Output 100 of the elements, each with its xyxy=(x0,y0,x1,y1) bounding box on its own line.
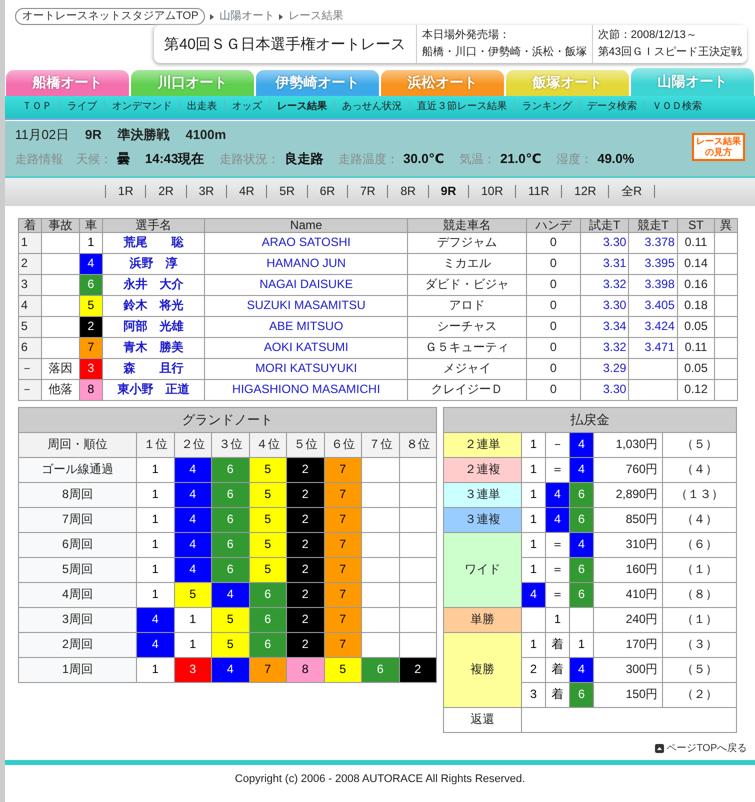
race-tab[interactable]: 5R xyxy=(266,185,307,198)
table-cell: 0 xyxy=(526,253,581,274)
race-tab[interactable]: 9R xyxy=(428,185,468,198)
nav-link[interactable]: オッズ xyxy=(224,100,269,114)
nav-link[interactable]: ライブ xyxy=(59,100,104,114)
column-header: 競走車名 xyxy=(408,218,526,232)
combo-cell: 6 xyxy=(570,482,594,508)
race-tab[interactable]: 10R xyxy=(468,185,516,198)
car-number-cell: 2 xyxy=(399,657,436,682)
car-number-cell: 5 xyxy=(212,607,249,632)
column-header: 事故 xyxy=(41,218,80,232)
nav-link[interactable]: オンデマンド xyxy=(104,100,179,114)
popularity-rank: （３） xyxy=(662,632,736,658)
race-tab[interactable]: 6R xyxy=(306,185,348,198)
nav-link[interactable]: ランキング xyxy=(514,100,579,114)
car-number-cell: 2 xyxy=(286,582,324,608)
condition-label: 走路温度： xyxy=(338,152,398,168)
car-number-cell: 7 xyxy=(324,557,362,582)
payout-amount: 410円 xyxy=(594,582,662,608)
car-number-cell: 4 xyxy=(174,507,212,532)
bet-type-cell: 返還 xyxy=(444,707,522,732)
lap-label: 1周回 xyxy=(18,657,136,682)
condition-value: 21.0℃ xyxy=(500,151,542,168)
car-number-cell: 7 xyxy=(80,337,102,358)
car-number-cell: 4 xyxy=(136,632,174,658)
column-header: 周回・順位 xyxy=(18,432,136,458)
payout-amount: 300円 xyxy=(594,657,662,682)
condition-label: 気温： xyxy=(459,152,496,168)
breadcrumb-link[interactable]: 山陽オート xyxy=(219,10,274,24)
race-tab[interactable]: 12R xyxy=(561,185,608,198)
column-header: 選手名 xyxy=(102,218,204,232)
race-tab[interactable]: 2R xyxy=(145,185,186,198)
race-tab[interactable]: 全R xyxy=(608,185,654,198)
combo-cell: 1 xyxy=(522,432,546,458)
car-number-cell: 6 xyxy=(80,274,102,296)
table-cell: 6 xyxy=(18,337,42,358)
car-number-cell: 5 xyxy=(174,582,212,608)
race-tab[interactable]: 4R xyxy=(226,185,266,198)
combo-cell: 4 xyxy=(546,507,570,532)
nav-link[interactable]: あっせん状況 xyxy=(334,100,409,114)
nav-link[interactable]: ＶＯＤ検索 xyxy=(644,100,709,114)
bet-type-cell: ２連単 xyxy=(444,432,522,458)
combo-cell: 4 xyxy=(570,657,594,682)
car-number-cell: 1 xyxy=(136,457,174,482)
combo-cell: 1 xyxy=(522,557,546,582)
bet-type-cell: 単勝 xyxy=(444,607,522,632)
nav-link[interactable]: ＴＯＰ xyxy=(15,100,59,114)
combo-cell: 着 xyxy=(546,632,570,658)
payout-amount: 2,890円 xyxy=(594,482,662,508)
column-header: ６位 xyxy=(324,432,362,458)
table-cell: メジャイ xyxy=(408,358,526,380)
triangle-icon xyxy=(279,14,284,20)
up-arrow-icon xyxy=(654,744,664,754)
column-header: 車 xyxy=(80,218,102,232)
car-number-cell: 2 xyxy=(286,607,324,632)
car-number-cell: 2 xyxy=(286,507,324,532)
event-title: 第40回ＳＧ日本選手権オートレース xyxy=(163,34,407,54)
car-number-cell: 6 xyxy=(212,557,249,582)
race-tab[interactable]: 1R xyxy=(105,185,146,198)
nav-link[interactable]: 出走表 xyxy=(179,100,224,114)
car-number-cell: 4 xyxy=(136,607,174,632)
car-number-cell: 4 xyxy=(212,582,249,608)
race-tab[interactable]: 7R xyxy=(347,185,388,198)
table-title: 払戻金 xyxy=(444,407,736,432)
race-tab[interactable]: 3R xyxy=(186,185,226,198)
nav-link[interactable]: 直近３節レース結果 xyxy=(409,100,514,114)
car-number-cell: 1 xyxy=(136,507,174,532)
car-number-cell: 6 xyxy=(362,657,399,682)
table-cell: 0 xyxy=(526,379,581,400)
column-header: ７位 xyxy=(362,432,399,458)
table-cell: 0 xyxy=(526,358,581,380)
combo-cell: 4 xyxy=(522,582,546,608)
car-number-cell: 7 xyxy=(249,657,286,682)
nav-link[interactable]: レース結果 xyxy=(269,100,334,114)
race-grade: 準決勝戦 xyxy=(118,127,170,144)
page-top-link[interactable]: ページTOPへ戻る xyxy=(654,742,747,756)
popularity-rank: （８） xyxy=(662,582,736,608)
column-header: 競走T xyxy=(628,218,678,232)
popularity-rank: （１３） xyxy=(662,482,736,508)
popularity-rank: （５） xyxy=(662,657,736,682)
lap-label: 5周回 xyxy=(18,557,136,582)
sales-venues: 船橋・川口・伊勢崎・浜松・飯塚 xyxy=(422,44,587,60)
car-number-cell: 6 xyxy=(212,532,249,558)
car-number-cell: 7 xyxy=(324,507,362,532)
breadcrumb-link[interactable]: オートレースネットスタジアムTOP xyxy=(15,8,206,25)
table-cell: 0.18 xyxy=(677,295,715,316)
car-number-cell: 6 xyxy=(212,507,249,532)
race-tab[interactable]: 8R xyxy=(387,185,428,198)
payout-amount: 310円 xyxy=(594,532,662,558)
combo-cell: ＝ xyxy=(546,582,570,608)
nav-link[interactable]: データ検索 xyxy=(579,100,644,114)
condition-label: 走路状況： xyxy=(219,152,280,168)
car-number-cell: 7 xyxy=(324,532,362,558)
car-number-cell: 7 xyxy=(324,582,362,608)
table-cell: 3 xyxy=(18,274,42,296)
race-tab[interactable]: 11R xyxy=(515,185,562,198)
car-number-cell: 1 xyxy=(174,607,212,632)
combo-cell: 6 xyxy=(570,557,594,582)
combo-cell: 3 xyxy=(522,682,546,708)
car-number-cell: 2 xyxy=(286,532,324,558)
